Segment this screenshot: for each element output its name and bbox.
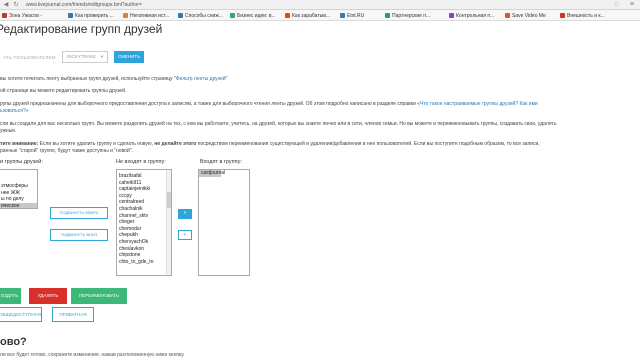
bookmark-label: Etxt.RU: [347, 12, 365, 19]
menu-icon[interactable]: ≡: [630, 1, 634, 9]
list-item[interactable]: нее ЖЖ: [0, 190, 37, 197]
list-item[interactable]: chto_to_gde_to: [117, 259, 171, 266]
user-select-value: RICKYTRAKE: [67, 54, 96, 59]
section-heading: ово?: [0, 336, 27, 348]
private-button[interactable]: ПРИВАТНАЯ: [52, 307, 94, 322]
bookmark-item[interactable]: Способы сниж...: [178, 12, 223, 19]
move-down-button[interactable]: ПОДВИНУТЬ ВНИЗ: [50, 229, 108, 241]
in-group-title: Входят в группу:: [200, 159, 242, 165]
bookmark-label: Save Video Me: [512, 12, 546, 19]
user-select[interactable]: RICKYTRAKE ▼: [62, 51, 108, 63]
favicon-icon: [123, 13, 128, 18]
bookmark-item[interactable]: Внешность и к...: [560, 12, 605, 19]
groups-usage-paragraph-cont: ужные.: [0, 128, 17, 134]
list-item[interactable]: ы по делу: [0, 196, 37, 203]
groups-usage-paragraph: сли вы создали для вас несколько групп. …: [0, 121, 557, 127]
scrollbar[interactable]: [166, 170, 171, 275]
intro-paragraph: вы хотите почитать ленту выбранных групп…: [0, 76, 228, 82]
list-item[interactable]: cccpy: [117, 193, 171, 200]
page-title: Редактирование групп друзей: [0, 22, 163, 36]
warning-paragraph-cont: ранные "старой" группе, будут также дост…: [0, 148, 133, 154]
bookmark-star-icon[interactable]: ☆: [614, 1, 620, 9]
list-item[interactable]: chervyachOk: [117, 239, 171, 246]
favicon-icon: [385, 13, 390, 18]
remove-from-group-button[interactable]: «: [178, 230, 192, 240]
not-in-group-title: Не входят в группу:: [116, 159, 166, 165]
bookmark-label: Зона Ужасов -: [9, 12, 42, 19]
groups-listbox[interactable]: этмосферы нее ЖЖ ы по делу ическое: [0, 169, 38, 209]
list-item[interactable]: [0, 170, 37, 177]
favicon-icon: [560, 13, 565, 18]
list-item[interactable]: captainjeinikki: [117, 186, 171, 193]
move-up-button[interactable]: ПОДВИНУТЬ ВВЕРХ: [50, 207, 108, 219]
change-user-button[interactable]: СМЕНИТЬ: [114, 51, 144, 63]
list-item[interactable]: cheger: [117, 219, 171, 226]
not-in-group-listbox[interactable]: brazilsafal caheik911 captainjeinikki cccpy…: [116, 169, 172, 276]
favicon-icon: [178, 13, 183, 18]
groups-list-title: и группы друзей:: [0, 159, 43, 165]
friends-filter-link[interactable]: Фильтр ленты друзей: [176, 76, 226, 82]
public-button[interactable]: ОБЩЕДОСТУПНАЯ: [0, 307, 42, 322]
help-link-cont[interactable]: ьзоваться?: [0, 108, 26, 114]
bookmark-item[interactable]: Save Video Me: [505, 12, 546, 19]
list-item[interactable]: centralreed: [117, 199, 171, 206]
list-item[interactable]: cheslavkon: [117, 246, 171, 253]
favicon-icon: [2, 13, 7, 18]
bookmark-item[interactable]: Контрольная п...: [449, 12, 494, 19]
favicon-icon: [68, 13, 73, 18]
list-item[interactable]: chemodur: [117, 226, 171, 233]
list-item[interactable]: chepukh: [117, 232, 171, 239]
favicon-icon: [449, 13, 454, 18]
list-item[interactable]: brazilsafal: [117, 173, 171, 180]
list-item[interactable]: [0, 177, 37, 184]
bookmarks-bar: Зона Ужасов - Как проверить ... Негативная…: [0, 10, 640, 21]
chevron-down-icon: ▼: [100, 54, 104, 59]
bookmark-item[interactable]: Как зарабатыв...: [285, 12, 330, 19]
list-item[interactable]: caheik911: [117, 180, 171, 187]
bookmark-label: Внешность и к...: [567, 12, 605, 19]
bookmark-item[interactable]: Бизнес идеи: в...: [230, 12, 276, 19]
create-group-button[interactable]: ОЗДАТЬ: [0, 288, 21, 304]
help-link[interactable]: Что такое настраиваемые группы друзей? К…: [420, 101, 538, 107]
rename-group-button[interactable]: ПЕРЕИМЕНОВАТЬ: [71, 288, 127, 304]
list-item[interactable]: ическое: [0, 202, 37, 208]
list-item[interactable]: этмосферы: [0, 183, 37, 190]
bookmark-item[interactable]: Как проверить ...: [68, 12, 114, 19]
warning-paragraph: тите внимание: Если вы хотите удалить гр…: [0, 141, 540, 147]
user-label: АТЬ ПОЛЬЗОВАТЕЛЕМ: [3, 55, 56, 60]
favicon-icon: [340, 13, 345, 18]
bookmark-item[interactable]: Зона Ужасов -: [2, 12, 42, 19]
reload-icon[interactable]: ↻: [12, 1, 20, 9]
save-note: ли все будет готово, сохраните изменения…: [0, 352, 185, 358]
bookmark-label: Партнерские п...: [392, 12, 431, 19]
list-item[interactable]: channel_sktv: [117, 213, 171, 220]
bookmark-label: Бизнес идеи: в...: [237, 12, 276, 19]
favicon-icon: [230, 13, 235, 18]
address-bar[interactable]: ◀ ↻ www.livejournal.com/friends/editgrou…: [0, 0, 640, 10]
favicon-icon: [505, 13, 510, 18]
groups-info-paragraph-cont: ьзоваться?»: [0, 108, 29, 114]
bookmark-label: Как проверить ...: [75, 12, 114, 19]
list-item[interactable]: castjournal: [199, 170, 225, 177]
bookmark-label: Способы сниж...: [185, 12, 223, 19]
favicon-icon: [285, 13, 290, 18]
add-to-group-button[interactable]: »: [178, 209, 192, 219]
delete-group-button[interactable]: УДАЛИТЬ: [29, 288, 67, 304]
list-item[interactable]: chachalnik: [117, 206, 171, 213]
bookmark-item[interactable]: Негативная ист...: [123, 12, 169, 19]
url-text[interactable]: www.livejournal.com/friends/editgroups.b…: [26, 2, 142, 8]
bookmark-label: Негативная ист...: [130, 12, 170, 19]
bookmark-item[interactable]: Партнерские п...: [385, 12, 430, 19]
list-item[interactable]: chipstone: [117, 252, 171, 259]
bookmark-label: Как зарабатыв...: [292, 12, 331, 19]
back-icon[interactable]: ◀: [2, 1, 10, 9]
bookmark-label: Контрольная п...: [456, 12, 495, 19]
edit-info-paragraph: ой странице вы можете редактировать груп…: [0, 88, 127, 94]
in-group-listbox[interactable]: castjournal: [198, 169, 250, 276]
groups-info-paragraph: рупы друзей предназначены для выборочног…: [0, 101, 538, 107]
bookmark-item[interactable]: Etxt.RU: [340, 12, 364, 19]
